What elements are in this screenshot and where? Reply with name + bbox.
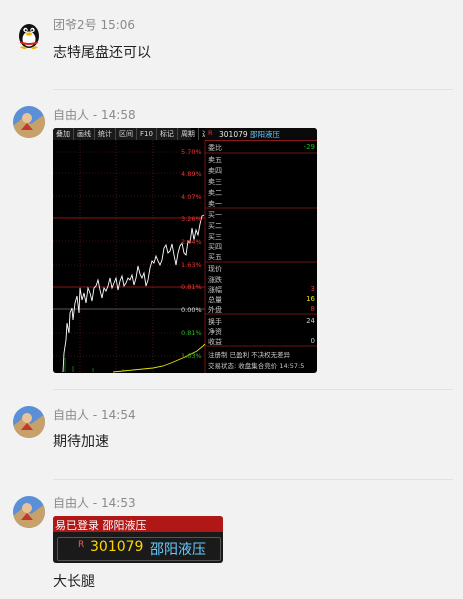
r-badge: R bbox=[78, 540, 85, 550]
avatar-penguin[interactable] bbox=[13, 18, 45, 50]
pct-label: 1.63% bbox=[181, 261, 202, 269]
stock-tags: 注册制 已盈利 不决权无差异 bbox=[208, 351, 291, 359]
quote-value: -29 bbox=[303, 143, 315, 151]
message-header: 自由人 - 14:58 bbox=[53, 108, 136, 122]
trade-status: 交易状态: 收盘集合竞价 14:57:5 bbox=[208, 362, 305, 370]
qq-penguin-icon bbox=[19, 24, 39, 50]
pct-label: 2.44% bbox=[181, 238, 202, 246]
message-header: 团爷2号 15:06 bbox=[53, 16, 135, 33]
quote-row-label: 卖二 bbox=[208, 189, 222, 197]
quote-row-label: 买二 bbox=[208, 222, 222, 230]
message-header: 自由人 - 14:53 bbox=[53, 496, 136, 510]
banner-top-bar: 易已登录 邵阳液压 bbox=[53, 516, 223, 532]
pct-label: 4.07% bbox=[181, 193, 202, 201]
quote-value: 24 bbox=[306, 317, 315, 325]
message-time: 14:58 bbox=[101, 108, 136, 122]
banner-stock-name: 邵阳液压 bbox=[150, 542, 206, 558]
quote-value: 3 bbox=[310, 285, 315, 293]
avatar-user[interactable] bbox=[13, 106, 45, 138]
quote-row-label: 换手 bbox=[208, 318, 222, 326]
avatar-photo-icon bbox=[13, 496, 45, 528]
pct-label: 3.26% bbox=[181, 215, 202, 223]
quote-row-label: 卖五 bbox=[208, 156, 222, 164]
quote-value: 8 bbox=[310, 305, 315, 313]
banner-top-text: 易已登录 邵阳液压 bbox=[55, 519, 147, 532]
avatar-photo-icon bbox=[13, 106, 45, 138]
pct-label: 5.70% bbox=[181, 148, 202, 156]
pct-label: 0.81% bbox=[181, 283, 202, 291]
quote-row-label: 涨幅 bbox=[208, 286, 222, 294]
stock-chart-image[interactable]: 叠加 画线 统计 区间 F10 标记 周期 选股 bbox=[53, 128, 317, 373]
quote-row-label: 现价 bbox=[208, 265, 222, 273]
quote-value: 0 bbox=[310, 337, 315, 345]
message-time: 14:54 bbox=[101, 408, 136, 422]
message-1: 团爷2号 15:06 志特尾盘还可以 bbox=[0, 0, 463, 90]
sender-name[interactable]: 自由人 bbox=[53, 408, 89, 422]
quote-row-label: 卖三 bbox=[208, 178, 222, 186]
message-text: 大长腿 bbox=[53, 574, 95, 590]
banner-stock-code: 301079 bbox=[90, 539, 144, 555]
quote-row-label: 外盘 bbox=[208, 306, 222, 314]
quote-row-label: 卖一 bbox=[208, 200, 222, 208]
quote-row-label: 收益 bbox=[208, 338, 222, 346]
avatar-user[interactable] bbox=[13, 496, 45, 528]
avatar-photo-icon bbox=[13, 406, 45, 438]
pct-label: 4.89% bbox=[181, 170, 202, 178]
quote-row-label: 买一 bbox=[208, 211, 222, 219]
quote-value: 16 bbox=[306, 295, 315, 303]
message-time: 15:06 bbox=[100, 18, 136, 32]
pct-label: 0.00% bbox=[181, 306, 202, 314]
quote-row-label: 总量 bbox=[208, 296, 222, 304]
quote-row-label: 卖四 bbox=[208, 167, 222, 175]
message-3: 自由人 - 14:54 期待加速 bbox=[0, 390, 463, 480]
message-time: 14:53 bbox=[101, 496, 136, 510]
quote-row-label: 买四 bbox=[208, 243, 222, 251]
quote-row-label: 净资 bbox=[208, 328, 222, 336]
sender-name[interactable]: 自由人 bbox=[53, 108, 89, 122]
sender-name[interactable]: 团爷2号 bbox=[53, 18, 97, 32]
avatar-user[interactable] bbox=[13, 406, 45, 438]
pct-label: 1.63% bbox=[181, 352, 202, 360]
message-text: 志特尾盘还可以 bbox=[53, 45, 151, 61]
sender-name[interactable]: 自由人 bbox=[53, 496, 89, 510]
message-text: 期待加速 bbox=[53, 434, 109, 450]
quote-row-label: 买五 bbox=[208, 253, 222, 261]
quote-row-label: 涨跌 bbox=[208, 276, 222, 284]
quote-row-label: 委比 bbox=[208, 144, 222, 152]
message-header: 自由人 - 14:54 bbox=[53, 408, 136, 422]
quote-row-label: 买三 bbox=[208, 233, 222, 241]
pct-label: 0.81% bbox=[181, 329, 202, 337]
